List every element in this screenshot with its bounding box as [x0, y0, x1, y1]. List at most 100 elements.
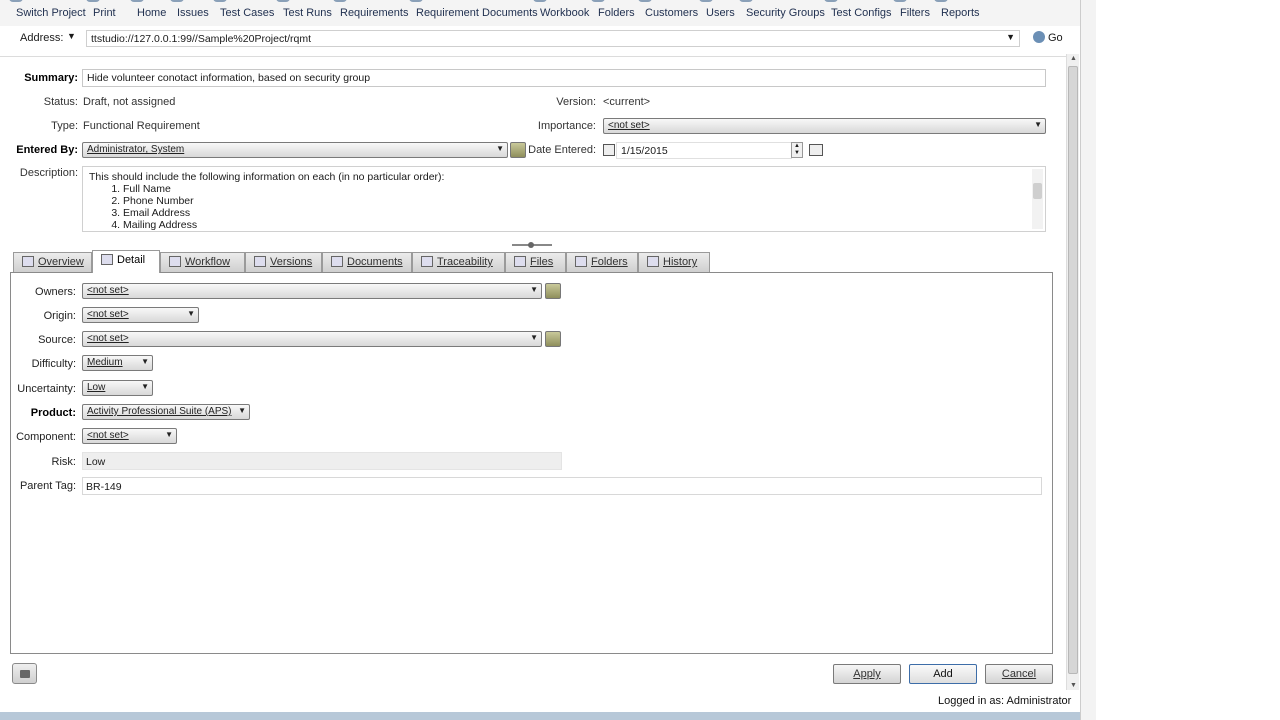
type-label: Type:: [51, 120, 78, 132]
owners-picker-icon[interactable]: [545, 283, 561, 299]
address-label: Address:: [20, 32, 64, 44]
history-icon: [647, 256, 659, 267]
tab-files[interactable]: Files: [505, 252, 566, 272]
description-textarea[interactable]: This should include the following inform…: [82, 166, 1046, 232]
calendar-icon[interactable]: [809, 144, 823, 156]
source-picker-icon[interactable]: [545, 331, 561, 347]
documents-icon: [331, 256, 343, 267]
calendar-checkbox-icon[interactable]: [603, 144, 615, 156]
description-item: Full Name: [123, 183, 1039, 195]
address-value: ttstudio://127.0.0.1:99//Sample%20Projec…: [91, 33, 312, 45]
go-icon: [1033, 31, 1045, 43]
tab-detail[interactable]: Detail: [92, 250, 160, 273]
source-select[interactable]: <not set> ▼: [82, 331, 542, 347]
parent-tag-label: Parent Tag:: [19, 480, 76, 492]
folders-icon: [591, 0, 605, 2]
tab-history[interactable]: History: [638, 252, 710, 272]
risk-value: Low: [82, 452, 562, 470]
tab-workflow[interactable]: Workflow: [160, 252, 245, 272]
summary-label: Summary:: [24, 72, 78, 84]
origin-label: Origin:: [43, 310, 76, 322]
origin-select[interactable]: <not set> ▼: [82, 307, 199, 323]
chevron-down-icon: ▼: [187, 309, 195, 318]
tab-documents[interactable]: Documents: [322, 252, 412, 272]
type-value: Functional Requirement: [83, 120, 200, 132]
switch-project-icon: [9, 0, 23, 2]
date-entered-label: Date Entered:: [528, 144, 596, 156]
filters-icon: [893, 0, 907, 2]
versions-icon: [254, 256, 266, 267]
risk-label: Risk:: [51, 456, 76, 468]
page-scroll-thumb[interactable]: [1068, 66, 1078, 674]
component-select[interactable]: <not set> ▼: [82, 428, 177, 444]
issues-icon: [170, 0, 184, 2]
home-icon: [130, 0, 144, 2]
test-runs-icon: [276, 0, 290, 2]
address-dropdown-icon[interactable]: ▼: [1006, 32, 1015, 42]
chevron-down-icon: ▼: [141, 357, 149, 366]
date-entered-input[interactable]: 1/15/2015: [616, 142, 792, 159]
description-label: Description:: [19, 167, 78, 179]
folders-icon: [575, 256, 587, 267]
entered-by-label: Entered By:: [16, 144, 78, 156]
chevron-down-icon: ▼: [496, 144, 504, 153]
date-spinner[interactable]: ▲ ▼: [791, 142, 803, 158]
pane-splitter-handle[interactable]: [512, 242, 552, 248]
reports-icon: [934, 0, 948, 2]
summary-input[interactable]: Hide volunteer conotact information, bas…: [82, 69, 1046, 87]
scroll-up-icon[interactable]: ▲: [1070, 55, 1077, 62]
main-toolbar: Switch Project Print Home Issues Test Ca…: [0, 0, 1080, 26]
login-status: Logged in as: Administrator: [938, 695, 1072, 707]
lock-icon: [20, 670, 30, 678]
customers-icon: [638, 0, 652, 2]
version-label: Version:: [556, 96, 596, 108]
chevron-down-icon: ▼: [141, 382, 149, 391]
header-divider: [0, 56, 1066, 57]
tab-overview[interactable]: Overview: [13, 252, 92, 272]
files-icon: [514, 256, 526, 267]
uncertainty-label: Uncertainty:: [17, 383, 76, 395]
apply-button[interactable]: Apply: [833, 664, 901, 684]
description-scrollbar[interactable]: [1032, 169, 1043, 229]
page-scrollbar[interactable]: ▲ ▼: [1066, 54, 1079, 690]
owners-label: Owners:: [35, 286, 76, 298]
uncertainty-select[interactable]: Low ▼: [82, 380, 153, 396]
tab-folders[interactable]: Folders: [566, 252, 638, 272]
status-value: Draft, not assigned: [83, 96, 176, 108]
tab-traceability[interactable]: Traceability: [412, 252, 505, 272]
scroll-down-icon[interactable]: ▼: [1070, 682, 1077, 689]
requirement-documents-icon: [409, 0, 423, 2]
security-groups-icon: [739, 0, 753, 2]
go-button[interactable]: Go: [1033, 31, 1063, 44]
description-item: Mailing Address: [123, 219, 1039, 231]
difficulty-select[interactable]: Medium ▼: [82, 355, 153, 371]
source-label: Source:: [38, 334, 76, 346]
tab-versions[interactable]: Versions: [245, 252, 322, 272]
chevron-down-icon: ▼: [165, 430, 173, 439]
test-configs-icon: [824, 0, 838, 2]
entered-by-select[interactable]: Administrator, System ▼: [82, 142, 508, 158]
workbook-icon: [533, 0, 547, 2]
address-input[interactable]: ttstudio://127.0.0.1:99//Sample%20Projec…: [86, 30, 1020, 47]
users-icon: [699, 0, 713, 2]
chevron-down-icon: ▼: [530, 285, 538, 294]
cancel-button[interactable]: Cancel: [985, 664, 1053, 684]
requirements-icon: [333, 0, 347, 2]
difficulty-label: Difficulty:: [31, 358, 76, 370]
description-scroll-thumb[interactable]: [1033, 183, 1042, 199]
status-label: Status:: [43, 96, 78, 108]
description-intro: This should include the following inform…: [89, 171, 445, 183]
address-history-dropdown-icon[interactable]: ▼: [67, 31, 76, 41]
workflow-icon: [169, 256, 181, 267]
product-label: Product:: [30, 407, 76, 419]
version-value: <current>: [603, 96, 651, 108]
detail-icon: [101, 254, 113, 265]
chevron-down-icon: ▼: [238, 406, 246, 415]
add-button[interactable]: Add: [909, 664, 977, 684]
description-list: Full Name Phone Number Email Address Mai…: [123, 183, 1039, 231]
parent-tag-input[interactable]: BR-149: [82, 477, 1042, 495]
product-select[interactable]: Activity Professional Suite (APS) ▼: [82, 404, 250, 420]
importance-select[interactable]: <not set> ▼: [603, 118, 1046, 134]
lock-button[interactable]: [12, 663, 37, 684]
owners-select[interactable]: <not set> ▼: [82, 283, 542, 299]
